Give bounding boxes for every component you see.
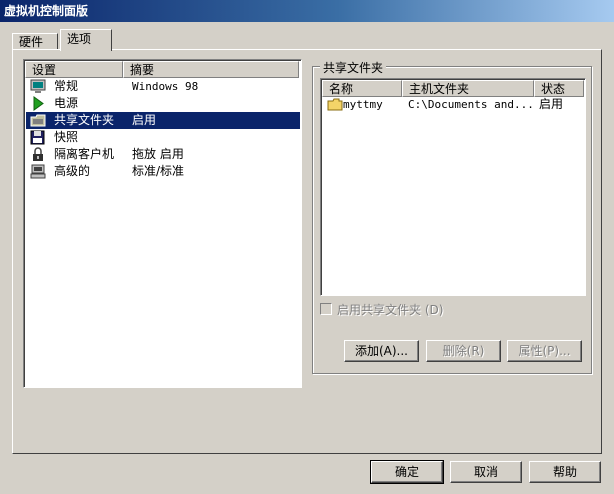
column-header-setting[interactable]: 设置 <box>25 61 123 78</box>
folder-icon <box>327 98 343 111</box>
monitor-icon <box>30 79 46 93</box>
window-title: 虚拟机控制面版 <box>4 4 89 18</box>
window-title-bar: 虚拟机控制面版 <box>0 0 614 22</box>
shared-folders-group-title: 共享文件夹 <box>320 59 387 76</box>
settings-item-name: 高级的 <box>54 164 91 178</box>
settings-item-snapshot[interactable]: 快照 <box>26 129 300 146</box>
cancel-button[interactable]: 取消 <box>450 461 522 483</box>
column-header-host-folder[interactable]: 主机文件夹 <box>402 80 534 97</box>
shared-folder-host-path: C:\Documents and... <box>408 98 534 111</box>
settings-item-power[interactable]: 电源 <box>26 95 300 112</box>
tab-options[interactable]: 选项 <box>60 29 112 51</box>
settings-item-name: 常规 <box>54 79 79 93</box>
settings-item-summary: 标准/标准 <box>132 164 185 178</box>
floppy-disk-icon <box>30 130 45 145</box>
settings-item-general[interactable]: 常规 Windows 98 <box>26 78 300 95</box>
settings-item-summary: 拖放 启用 <box>132 147 184 161</box>
column-header-name[interactable]: 名称 <box>322 80 402 97</box>
shared-folder-status: 启用 <box>539 97 564 111</box>
shared-folder-icon <box>30 114 46 127</box>
settings-item-shared-folders[interactable]: 共享文件夹 启用 <box>26 112 300 129</box>
settings-item-summary: Windows 98 <box>132 80 199 93</box>
computer-icon <box>30 164 46 179</box>
lock-icon <box>33 147 43 161</box>
enable-shared-folders-checkbox[interactable] <box>320 303 332 315</box>
settings-item-name: 共享文件夹 <box>54 113 115 127</box>
settings-item-name: 电源 <box>54 96 79 110</box>
add-button[interactable]: 添加(A)... <box>344 340 419 362</box>
shared-folders-list[interactable]: 名称 主机文件夹 状态 myttmy C:\Documents and... 启… <box>320 78 586 296</box>
settings-item-name: 隔离客户机 <box>54 147 115 161</box>
ok-button[interactable]: 确定 <box>370 460 444 484</box>
settings-list[interactable]: 设置 摘要 常规 Windows 98 电源 共享文件夹 启用 快照 隔离客户机… <box>23 59 302 388</box>
tab-hardware[interactable]: 硬件 <box>12 33 58 50</box>
column-header-summary[interactable]: 摘要 <box>123 61 299 78</box>
remove-button[interactable]: 删除(R) <box>426 340 501 362</box>
shared-folder-row[interactable]: myttmy C:\Documents and... 启用 <box>323 96 585 113</box>
enable-shared-folders-label: 启用共享文件夹 (D) <box>337 303 444 317</box>
settings-item-name: 快照 <box>54 130 79 144</box>
settings-item-summary: 启用 <box>132 113 157 127</box>
settings-item-isolation[interactable]: 隔离客户机 拖放 启用 <box>26 146 300 163</box>
shared-folder-name: myttmy <box>343 98 383 111</box>
column-header-status[interactable]: 状态 <box>534 80 584 97</box>
help-button[interactable]: 帮助 <box>529 461 601 483</box>
settings-item-advanced[interactable]: 高级的 标准/标准 <box>26 163 300 180</box>
properties-button[interactable]: 属性(P)... <box>507 340 582 362</box>
play-icon <box>33 96 44 111</box>
